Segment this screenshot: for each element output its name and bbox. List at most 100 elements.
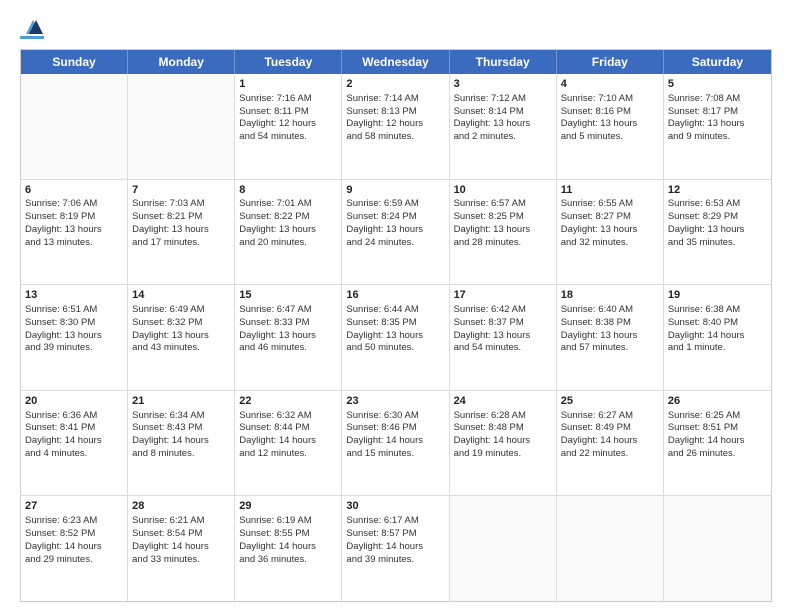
day-info-line: and 1 minute.	[668, 342, 767, 355]
day-info-line: Daylight: 13 hours	[668, 118, 767, 131]
calendar-cell: 4Sunrise: 7:10 AMSunset: 8:16 PMDaylight…	[557, 74, 664, 179]
day-number: 25	[561, 394, 659, 409]
day-info-line: Daylight: 14 hours	[25, 435, 123, 448]
day-info-line: and 46 minutes.	[239, 342, 337, 355]
day-number: 10	[454, 183, 552, 198]
calendar-row: 1Sunrise: 7:16 AMSunset: 8:11 PMDaylight…	[21, 74, 771, 180]
day-info-line: Daylight: 13 hours	[132, 224, 230, 237]
calendar-header-cell: Monday	[128, 50, 235, 74]
day-info-line: Sunset: 8:37 PM	[454, 317, 552, 330]
calendar-row: 27Sunrise: 6:23 AMSunset: 8:52 PMDayligh…	[21, 496, 771, 601]
calendar-cell	[664, 496, 771, 601]
day-info-line: Daylight: 14 hours	[239, 435, 337, 448]
day-info-line: Sunrise: 7:03 AM	[132, 198, 230, 211]
day-info-line: and 57 minutes.	[561, 342, 659, 355]
day-info-line: Sunset: 8:24 PM	[346, 211, 444, 224]
calendar-row: 20Sunrise: 6:36 AMSunset: 8:41 PMDayligh…	[21, 391, 771, 497]
day-info-line: Daylight: 13 hours	[346, 224, 444, 237]
day-number: 22	[239, 394, 337, 409]
day-info-line: and 36 minutes.	[239, 554, 337, 567]
day-number: 14	[132, 288, 230, 303]
calendar-cell: 29Sunrise: 6:19 AMSunset: 8:55 PMDayligh…	[235, 496, 342, 601]
header	[20, 16, 772, 39]
calendar-header-cell: Friday	[557, 50, 664, 74]
calendar-cell: 27Sunrise: 6:23 AMSunset: 8:52 PMDayligh…	[21, 496, 128, 601]
day-info-line: Daylight: 13 hours	[454, 330, 552, 343]
day-number: 11	[561, 183, 659, 198]
day-info-line: Daylight: 13 hours	[561, 224, 659, 237]
day-info-line: Sunset: 8:29 PM	[668, 211, 767, 224]
day-number: 7	[132, 183, 230, 198]
day-info-line: and 33 minutes.	[132, 554, 230, 567]
day-number: 24	[454, 394, 552, 409]
day-info-line: and 26 minutes.	[668, 448, 767, 461]
day-info-line: Sunset: 8:49 PM	[561, 422, 659, 435]
day-info-line: Sunrise: 6:32 AM	[239, 410, 337, 423]
day-info-line: Sunrise: 6:21 AM	[132, 515, 230, 528]
day-info-line: and 15 minutes.	[346, 448, 444, 461]
calendar-cell: 3Sunrise: 7:12 AMSunset: 8:14 PMDaylight…	[450, 74, 557, 179]
day-info-line: Sunrise: 6:28 AM	[454, 410, 552, 423]
day-number: 5	[668, 77, 767, 92]
day-number: 16	[346, 288, 444, 303]
day-info-line: and 13 minutes.	[25, 237, 123, 250]
day-info-line: and 35 minutes.	[668, 237, 767, 250]
calendar-row: 13Sunrise: 6:51 AMSunset: 8:30 PMDayligh…	[21, 285, 771, 391]
day-info-line: Sunset: 8:25 PM	[454, 211, 552, 224]
day-number: 4	[561, 77, 659, 92]
calendar-cell: 7Sunrise: 7:03 AMSunset: 8:21 PMDaylight…	[128, 180, 235, 285]
day-info-line: Sunset: 8:17 PM	[668, 106, 767, 119]
day-info-line: Sunrise: 6:42 AM	[454, 304, 552, 317]
day-info-line: Daylight: 13 hours	[346, 330, 444, 343]
day-number: 6	[25, 183, 123, 198]
day-info-line: Sunrise: 6:51 AM	[25, 304, 123, 317]
day-info-line: Sunrise: 7:16 AM	[239, 93, 337, 106]
day-info-line: and 12 minutes.	[239, 448, 337, 461]
day-info-line: Sunset: 8:38 PM	[561, 317, 659, 330]
calendar: SundayMondayTuesdayWednesdayThursdayFrid…	[20, 49, 772, 602]
day-info-line: and 24 minutes.	[346, 237, 444, 250]
day-info-line: and 2 minutes.	[454, 131, 552, 144]
calendar-cell: 28Sunrise: 6:21 AMSunset: 8:54 PMDayligh…	[128, 496, 235, 601]
day-info-line: Daylight: 14 hours	[132, 541, 230, 554]
day-info-line: Sunset: 8:13 PM	[346, 106, 444, 119]
day-info-line: Sunset: 8:44 PM	[239, 422, 337, 435]
day-info-line: and 17 minutes.	[132, 237, 230, 250]
day-info-line: Daylight: 14 hours	[132, 435, 230, 448]
day-info-line: and 9 minutes.	[668, 131, 767, 144]
day-info-line: and 29 minutes.	[25, 554, 123, 567]
day-number: 15	[239, 288, 337, 303]
day-info-line: Sunset: 8:32 PM	[132, 317, 230, 330]
day-info-line: Sunrise: 6:17 AM	[346, 515, 444, 528]
day-info-line: Daylight: 14 hours	[668, 330, 767, 343]
day-number: 20	[25, 394, 123, 409]
day-info-line: Daylight: 14 hours	[454, 435, 552, 448]
calendar-cell: 6Sunrise: 7:06 AMSunset: 8:19 PMDaylight…	[21, 180, 128, 285]
day-info-line: Sunrise: 6:30 AM	[346, 410, 444, 423]
day-info-line: Sunset: 8:27 PM	[561, 211, 659, 224]
logo-icon	[22, 16, 44, 38]
day-info-line: Sunrise: 7:10 AM	[561, 93, 659, 106]
day-info-line: Daylight: 13 hours	[132, 330, 230, 343]
day-info-line: Sunset: 8:11 PM	[239, 106, 337, 119]
day-info-line: and 50 minutes.	[346, 342, 444, 355]
day-info-line: Sunrise: 6:19 AM	[239, 515, 337, 528]
calendar-header-cell: Saturday	[664, 50, 771, 74]
day-number: 27	[25, 499, 123, 514]
day-info-line: and 43 minutes.	[132, 342, 230, 355]
day-number: 18	[561, 288, 659, 303]
day-info-line: Sunrise: 6:47 AM	[239, 304, 337, 317]
calendar-cell	[557, 496, 664, 601]
day-info-line: Sunrise: 6:57 AM	[454, 198, 552, 211]
calendar-cell: 5Sunrise: 7:08 AMSunset: 8:17 PMDaylight…	[664, 74, 771, 179]
day-info-line: Daylight: 13 hours	[239, 224, 337, 237]
calendar-cell: 12Sunrise: 6:53 AMSunset: 8:29 PMDayligh…	[664, 180, 771, 285]
day-info-line: Sunset: 8:14 PM	[454, 106, 552, 119]
day-info-line: and 20 minutes.	[239, 237, 337, 250]
day-info-line: Daylight: 14 hours	[668, 435, 767, 448]
day-info-line: Sunrise: 6:25 AM	[668, 410, 767, 423]
calendar-cell: 23Sunrise: 6:30 AMSunset: 8:46 PMDayligh…	[342, 391, 449, 496]
day-info-line: Daylight: 14 hours	[346, 541, 444, 554]
day-number: 19	[668, 288, 767, 303]
day-info-line: and 32 minutes.	[561, 237, 659, 250]
